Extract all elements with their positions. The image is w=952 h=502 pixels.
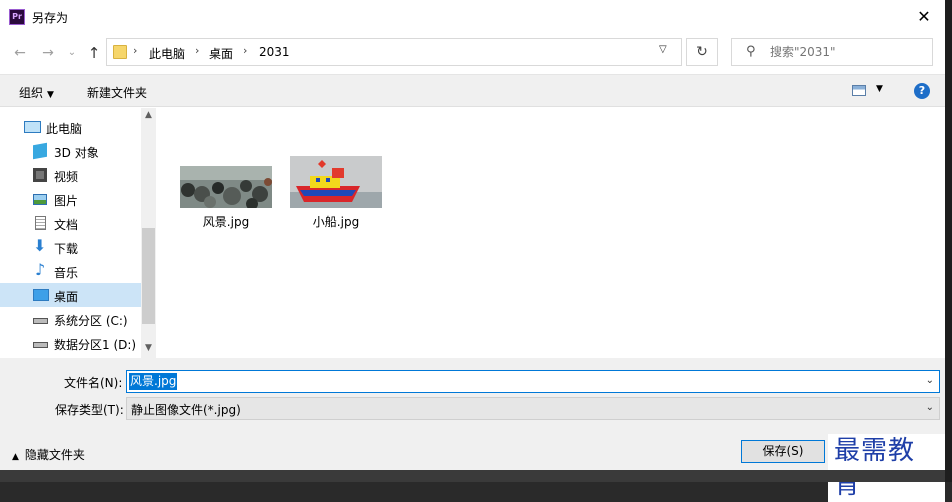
- chevron-down-icon[interactable]: ▽: [659, 44, 667, 55]
- window-title: 另存为: [32, 11, 69, 25]
- view-mode-icon[interactable]: [852, 85, 866, 96]
- scrollbar-thumb[interactable]: [142, 228, 155, 324]
- chevron-down-icon[interactable]: ⌄: [926, 402, 934, 413]
- search-box[interactable]: ⚲: [731, 38, 933, 66]
- scroll-down-icon[interactable]: ▼: [141, 343, 156, 353]
- nav-label: 数据分区1 (D:): [54, 338, 137, 352]
- nav-scrollbar[interactable]: ▲ ▼: [141, 108, 156, 358]
- recent-locations-chevron-icon[interactable]: ⌄: [62, 43, 82, 63]
- organize-menu-button[interactable]: 组织 ▼: [19, 84, 54, 101]
- nav-label: 系统分区 (C:): [54, 314, 128, 328]
- refresh-icon: ↻: [696, 44, 708, 60]
- filename-input[interactable]: 风景.jpg: [129, 373, 178, 390]
- filename-label: 文件名(N):: [64, 376, 123, 390]
- background-app-bottom: [0, 470, 945, 482]
- nav-label: 音乐: [54, 266, 79, 280]
- nav-label: 下载: [54, 242, 79, 256]
- scroll-up-icon[interactable]: ▲: [141, 110, 156, 120]
- background-app-strip: [945, 0, 952, 482]
- refresh-button[interactable]: ↻: [686, 38, 718, 66]
- hide-folders-label: 隐藏文件夹: [24, 448, 85, 462]
- filetype-select[interactable]: 静止图像文件(*.jpg) ⌄: [126, 397, 940, 420]
- breadcrumb-2031[interactable]: 2031: [259, 45, 290, 59]
- nav-item-pictures[interactable]: 图片: [0, 187, 141, 211]
- caret-down-icon[interactable]: ▼: [876, 84, 883, 94]
- nav-label: 图片: [54, 194, 79, 208]
- nav-item-drive-d[interactable]: 数据分区1 (D:): [0, 331, 141, 355]
- nav-label: 文档: [54, 218, 79, 232]
- breadcrumb-this-pc[interactable]: 此电脑: [149, 45, 185, 62]
- back-arrow-icon[interactable]: ←: [10, 43, 30, 63]
- picture-icon: [33, 194, 47, 205]
- search-icon: ⚲: [746, 44, 756, 59]
- file-name-label[interactable]: 小船.jpg: [276, 213, 396, 230]
- hide-folders-toggle[interactable]: ▲ 隐藏文件夹: [12, 446, 85, 463]
- nav-label: 3D 对象: [54, 146, 99, 160]
- video-icon: [33, 168, 47, 182]
- drive-d-icon: [33, 342, 48, 348]
- nav-item-this-pc[interactable]: 此电脑: [0, 115, 141, 139]
- nav-label: 桌面: [54, 290, 79, 304]
- search-input[interactable]: [770, 43, 925, 61]
- folder-icon: [113, 45, 127, 59]
- file-thumbnail-crowd[interactable]: [180, 166, 272, 208]
- caret-up-icon: ▲: [12, 452, 19, 462]
- file-list-pane: 风景.jpg 小船.jpg: [160, 108, 945, 358]
- desktop-icon: [33, 289, 49, 301]
- up-arrow-icon[interactable]: ↑: [84, 43, 104, 63]
- nav-label: 视频: [54, 170, 79, 184]
- forward-arrow-icon[interactable]: →: [38, 43, 58, 63]
- breadcrumb-separator-icon: ›: [133, 44, 138, 57]
- drive-c-icon: [33, 318, 48, 324]
- nav-item-downloads[interactable]: ⬇ 下载: [0, 235, 141, 259]
- command-toolbar: 组织 ▼ 新建文件夹 ▼ ?: [0, 74, 945, 107]
- breadcrumb-separator-icon: ›: [195, 44, 200, 57]
- save-as-dialog: Pr 另存为 ✕ ← → ⌄ ↑ › 此电脑 › 桌面 › 2031 ▽ ↻ ⚲…: [0, 0, 945, 502]
- document-icon: [35, 216, 46, 230]
- nav-item-music[interactable]: ♪ 音乐: [0, 259, 141, 283]
- cube-icon: [33, 142, 47, 160]
- computer-icon: [24, 121, 41, 133]
- organize-label: 组织: [19, 86, 44, 100]
- premiere-app-icon: Pr: [9, 9, 25, 25]
- title-bar: Pr 另存为 ✕: [0, 0, 945, 34]
- download-icon: ⬇: [33, 236, 47, 255]
- new-folder-button[interactable]: 新建文件夹: [87, 84, 147, 101]
- filename-combobox[interactable]: 风景.jpg ⌄: [126, 370, 940, 393]
- music-icon: ♪: [35, 260, 46, 279]
- nav-item-videos[interactable]: 视频: [0, 163, 141, 187]
- close-button[interactable]: ✕: [912, 7, 936, 27]
- watermark-text: 最需教育: [828, 434, 945, 502]
- nav-label: 此电脑: [46, 122, 83, 136]
- help-icon[interactable]: ?: [914, 83, 930, 99]
- chevron-down-icon[interactable]: ⌄: [926, 375, 934, 386]
- nav-item-desktop[interactable]: 桌面: [0, 283, 141, 307]
- filetype-value: 静止图像文件(*.jpg): [131, 403, 241, 417]
- save-button[interactable]: 保存(S): [741, 440, 825, 463]
- nav-item-drive-c[interactable]: 系统分区 (C:): [0, 307, 141, 331]
- breadcrumb-separator-icon: ›: [243, 44, 248, 57]
- filetype-label: 保存类型(T):: [55, 403, 124, 417]
- nav-item-3d-objects[interactable]: 3D 对象: [0, 139, 141, 163]
- caret-down-icon: ▼: [47, 90, 54, 100]
- navigation-pane: 此电脑 3D 对象 视频 图片 文档 ⬇ 下载 ♪ 音乐 桌面 系统分区 (C:…: [0, 108, 157, 358]
- file-thumbnail-boat[interactable]: [290, 156, 382, 208]
- address-bar[interactable]: › 此电脑 › 桌面 › 2031 ▽: [106, 38, 682, 66]
- breadcrumb-desktop[interactable]: 桌面: [209, 45, 233, 62]
- file-name-label[interactable]: 风景.jpg: [166, 213, 286, 230]
- nav-item-documents[interactable]: 文档: [0, 211, 141, 235]
